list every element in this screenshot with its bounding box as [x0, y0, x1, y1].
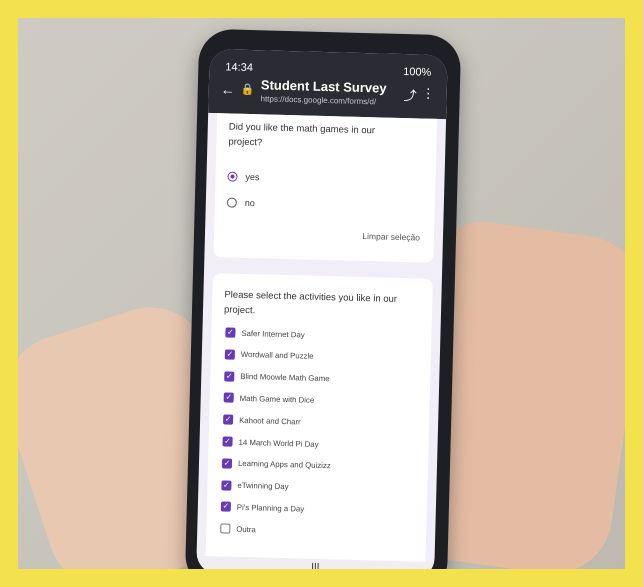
radio-label: no: [244, 197, 255, 209]
checkbox-label: Pi's Planning a Day: [236, 502, 305, 514]
phone: 14:34 100% ← 🔒 Student Last Survey https…: [184, 28, 462, 569]
page-title: Student Last Survey: [260, 77, 387, 96]
checkbox-label: Wordwall and Puzzle: [240, 350, 314, 362]
browser-app-bar: 14:34 100% ← 🔒 Student Last Survey https…: [208, 48, 448, 120]
checkbox-option[interactable]: ✓ eTwinning Day: [221, 479, 289, 492]
checkbox-label: Kahoot and Charr: [239, 415, 301, 427]
checkbox-option[interactable]: ✓ Safer Internet Day: [225, 327, 305, 339]
question-text: Please select the activities you like in…: [223, 289, 398, 317]
checkbox-checked-icon[interactable]: ✓: [223, 414, 234, 425]
photo: 14:34 100% ← 🔒 Student Last Survey https…: [18, 18, 625, 569]
checkbox-checked-icon[interactable]: ✓: [221, 479, 232, 491]
checkbox-checked-icon[interactable]: ✓: [225, 327, 236, 338]
checkbox-option[interactable]: ✓ Blind Moowle Math Game: [224, 371, 330, 384]
status-battery: 100%: [403, 66, 432, 79]
status-time: 14:34: [225, 61, 254, 75]
share-icon[interactable]: ⤴: [403, 85, 417, 104]
page-url[interactable]: https://docs.google.com/forms/d/: [260, 94, 376, 106]
radio-option-yes[interactable]: yes: [227, 171, 260, 183]
checkbox-label: Outra: [236, 524, 256, 535]
question-card-math-games: Did you like the math games in our proje…: [213, 113, 438, 263]
checkbox-option[interactable]: Outra: [220, 523, 256, 535]
checkbox-label: eTwinning Day: [237, 480, 289, 492]
checkbox-option[interactable]: ✓ Wordwall and Puzzle: [224, 349, 314, 362]
radio-unselected-icon[interactable]: [226, 197, 237, 208]
yellow-frame: 14:34 100% ← 🔒 Student Last Survey https…: [0, 0, 643, 587]
checkbox-label: Safer Internet Day: [241, 328, 305, 340]
lock-icon[interactable]: 🔒: [241, 83, 255, 96]
checkbox-label: Blind Moowle Math Game: [240, 371, 330, 384]
more-vert-icon[interactable]: ⋮: [422, 86, 435, 102]
checkbox-checked-icon[interactable]: ✓: [224, 349, 235, 360]
checkbox-label: Math Game with Dice: [239, 393, 315, 405]
checkbox-checked-icon[interactable]: ✓: [223, 392, 234, 404]
checkbox-option[interactable]: ✓ Kahoot and Charr: [223, 414, 301, 427]
checkbox-checked-icon[interactable]: ✓: [221, 458, 233, 469]
radio-label: yes: [245, 171, 260, 183]
checkbox-option[interactable]: ✓ 14 March World Pi Day: [222, 436, 319, 449]
radio-option-no[interactable]: no: [226, 197, 255, 209]
checkbox-option[interactable]: ✓ Pi's Planning a Day: [220, 501, 305, 514]
arrow-left-icon[interactable]: ←: [221, 81, 235, 97]
clear-selection-button[interactable]: Limpar seleção: [362, 231, 420, 243]
checkbox-label: 14 March World Pi Day: [238, 437, 319, 449]
checkbox-unchecked-icon[interactable]: [220, 523, 231, 534]
phone-screen: 14:34 100% ← 🔒 Student Last Survey https…: [196, 48, 448, 569]
checkbox-checked-icon[interactable]: ✓: [220, 501, 231, 513]
radio-selected-icon[interactable]: [227, 171, 238, 182]
checkbox-checked-icon[interactable]: ✓: [222, 436, 233, 447]
checkbox-option[interactable]: ✓ Learning Apps and Quizizz: [221, 458, 331, 471]
checkbox-checked-icon[interactable]: ✓: [224, 371, 235, 382]
checkbox-label: Learning Apps and Quizizz: [237, 459, 331, 471]
checkbox-option[interactable]: ✓ Math Game with Dice: [223, 392, 315, 405]
question-text: Did you like the math games in our proje…: [228, 121, 376, 149]
question-card-activities: Please select the activities you like in…: [204, 273, 433, 569]
